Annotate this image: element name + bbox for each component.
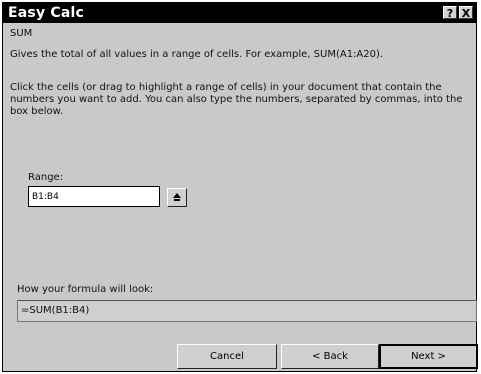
close-button[interactable]: X	[459, 6, 473, 20]
cancel-button[interactable]: Cancel	[177, 344, 277, 369]
back-button[interactable]: < Back	[281, 344, 379, 369]
window-title: Easy Calc	[8, 5, 84, 21]
formula-label: How your formula will look:	[17, 284, 154, 295]
function-instructions: Click the cells (or drag to highlight a …	[10, 82, 463, 117]
range-input[interactable]	[28, 186, 160, 207]
collapse-dialog-button[interactable]	[167, 188, 187, 207]
next-button[interactable]: Next >	[379, 344, 478, 369]
title-bar[interactable]: Easy Calc ? X	[3, 3, 476, 23]
range-label: Range:	[28, 172, 64, 183]
help-button[interactable]: ?	[443, 6, 457, 20]
function-name: SUM	[10, 28, 33, 39]
easy-calc-dialog: Easy Calc ? X SUM Gives the total of all…	[2, 2, 478, 372]
formula-preview: =SUM(B1:B4)	[17, 300, 477, 322]
function-description: Gives the total of all values in a range…	[10, 49, 384, 60]
collapse-dialog-icon	[173, 193, 181, 201]
